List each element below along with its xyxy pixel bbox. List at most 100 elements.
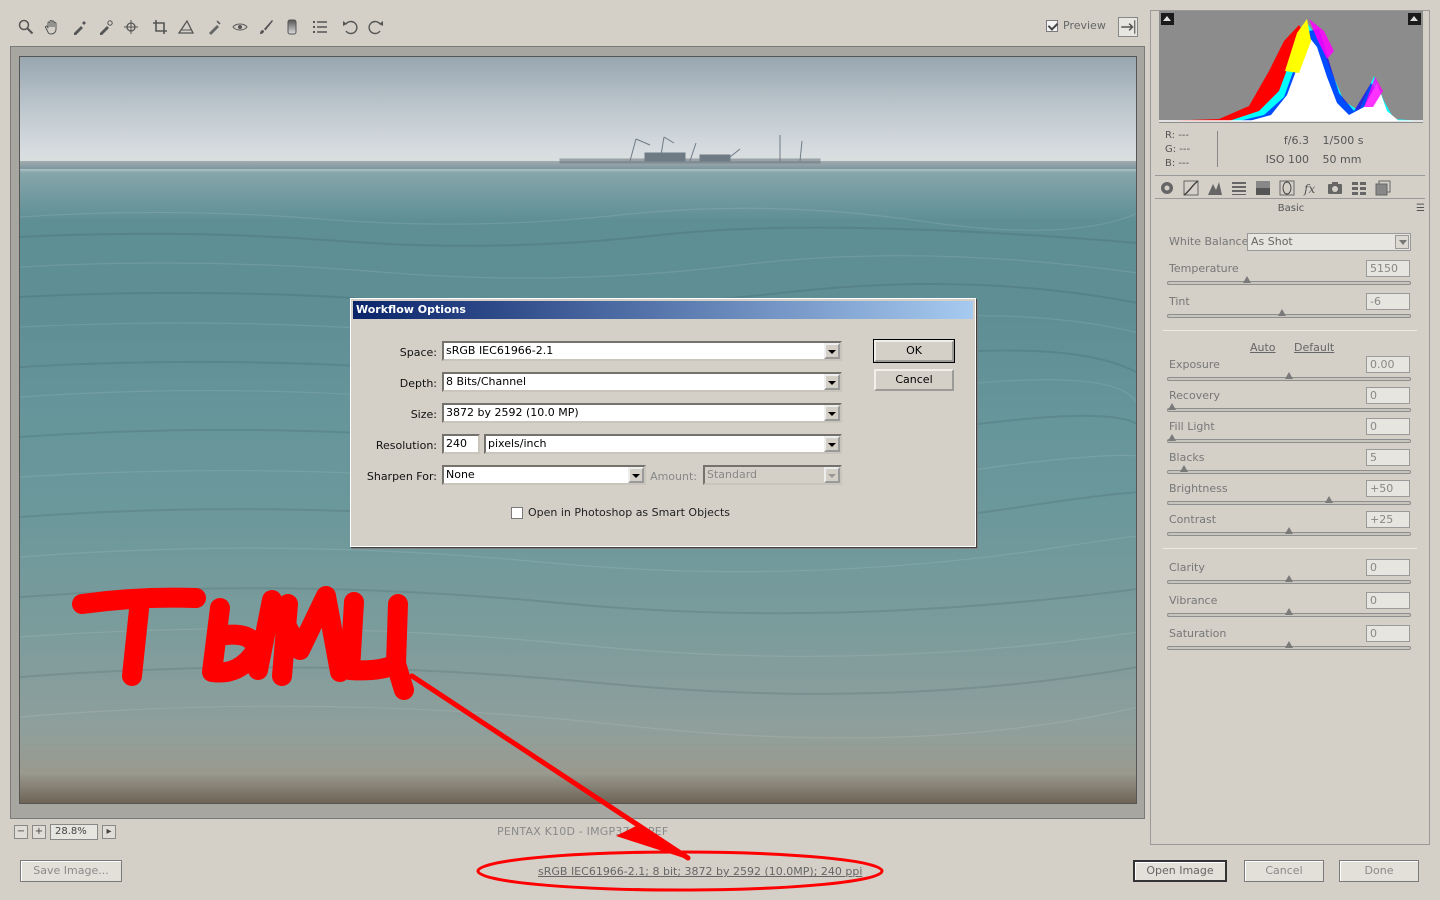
vibrance-field[interactable]: 0 <box>1366 592 1410 609</box>
exposure-slider-thumb[interactable] <box>1285 372 1293 379</box>
hand-icon[interactable] <box>42 16 62 38</box>
tint-slider-thumb[interactable] <box>1277 309 1286 316</box>
size-select[interactable]: 3872 by 2592 (10.0 MP) <box>442 403 842 423</box>
temperature-field[interactable]: 5150 <box>1366 260 1410 277</box>
readout-r: R: --- <box>1165 130 1190 141</box>
amount-select[interactable]: Standard <box>703 465 842 485</box>
blacks-slider-thumb[interactable] <box>1179 465 1188 472</box>
effects-tab-icon[interactable]: fx <box>1301 179 1321 197</box>
snapshots-tab-icon[interactable] <box>1373 179 1393 197</box>
recovery-label: Recovery <box>1169 389 1221 402</box>
preview-label: Preview <box>1063 19 1106 32</box>
camera-calibration-tab-icon[interactable] <box>1325 179 1345 197</box>
fill-light-slider-thumb[interactable] <box>1168 434 1176 441</box>
clarity-field[interactable]: 0 <box>1366 559 1410 576</box>
cancel-button[interactable]: Cancel <box>1244 860 1324 882</box>
tint-field[interactable]: -6 <box>1366 293 1410 310</box>
tint-slider[interactable] <box>1167 309 1411 318</box>
retouch-icon[interactable] <box>204 16 224 38</box>
recovery-field[interactable]: 0 <box>1366 387 1410 404</box>
temperature-slider[interactable] <box>1167 276 1411 285</box>
zoom-icon[interactable] <box>16 16 36 38</box>
fill-light-field[interactable]: 0 <box>1366 418 1410 435</box>
fill-light-slider[interactable] <box>1167 434 1411 443</box>
zoom-menu-button[interactable]: ▸ <box>102 825 116 839</box>
saturation-slider-thumb[interactable] <box>1285 641 1293 648</box>
tone-curve-tab-icon[interactable] <box>1181 179 1201 197</box>
basic-tab-icon[interactable] <box>1157 179 1177 197</box>
target-adjust-icon[interactable] <box>122 16 142 38</box>
exposure-slider[interactable] <box>1167 372 1411 381</box>
contrast-slider[interactable] <box>1167 527 1411 536</box>
blacks-slider[interactable] <box>1167 465 1411 474</box>
workflow-options-link[interactable]: sRGB IEC61966-2.1; 8 bit; 3872 by 2592 (… <box>538 865 862 878</box>
vibrance-slider[interactable] <box>1167 608 1411 617</box>
white-balance-icon[interactable] <box>70 16 90 38</box>
graduated-filter-icon[interactable] <box>282 16 302 38</box>
clarity-slider[interactable] <box>1167 575 1411 584</box>
contrast-field[interactable]: +25 <box>1366 511 1410 528</box>
presets-tab-icon[interactable] <box>1349 179 1369 197</box>
zoom-level-field[interactable]: 28.8% <box>50 824 98 840</box>
exposure-field[interactable]: 0.00 <box>1366 356 1410 373</box>
blacks-label: Blacks <box>1169 451 1205 464</box>
brightness-field[interactable]: +50 <box>1366 480 1410 497</box>
split-toning-tab-icon[interactable] <box>1253 179 1273 197</box>
smart-objects-checkbox[interactable] <box>511 506 523 519</box>
crop-icon[interactable] <box>150 16 170 38</box>
tint-label: Tint <box>1169 295 1190 308</box>
chevron-down-icon <box>824 343 840 359</box>
space-select[interactable]: sRGB IEC61966-2.1 <box>442 341 842 361</box>
panel-menu-icon[interactable]: ☰ <box>1416 203 1425 214</box>
recovery-slider[interactable] <box>1167 403 1411 412</box>
saturation-slider[interactable] <box>1167 641 1411 650</box>
zoom-in-button[interactable]: + <box>32 825 46 839</box>
chevron-down-icon <box>1395 235 1409 249</box>
vibrance-label: Vibrance <box>1169 594 1218 607</box>
clarity-slider-thumb[interactable] <box>1285 575 1293 582</box>
exif-info: f/6.3 1/500 s ISO 100 50 mm <box>1241 131 1364 169</box>
fullscreen-button[interactable] <box>1118 17 1138 37</box>
color-sampler-icon[interactable] <box>96 16 116 38</box>
workflow-options-dialog: Workflow Options Space: sRGB IEC61966-2.… <box>350 298 976 547</box>
panel-title: Basic <box>1277 203 1305 214</box>
open-image-button[interactable]: Open Image <box>1133 860 1227 882</box>
rotate-left-icon[interactable] <box>340 16 360 38</box>
preview-checkbox[interactable] <box>1046 19 1058 32</box>
depth-select[interactable]: 8 Bits/Channel <box>442 372 842 392</box>
white-balance-select[interactable]: As Shot <box>1247 233 1411 251</box>
hsl-tab-icon[interactable] <box>1229 179 1249 197</box>
default-button[interactable]: Default <box>1294 341 1334 354</box>
save-image-button[interactable]: Save Image... <box>20 860 122 882</box>
preview-toggle[interactable]: Preview <box>1046 19 1106 32</box>
chevron-down-icon <box>824 436 840 452</box>
resolution-input[interactable]: 240 <box>442 434 480 454</box>
temperature-slider-thumb[interactable] <box>1242 276 1251 283</box>
readout-g: G: --- <box>1165 144 1191 155</box>
vibrance-slider-thumb[interactable] <box>1285 608 1293 615</box>
dialog-cancel-button[interactable]: Cancel <box>874 369 954 391</box>
straighten-icon[interactable] <box>176 16 196 38</box>
recovery-slider-thumb[interactable] <box>1168 403 1176 410</box>
chevron-down-icon <box>824 374 840 390</box>
resolution-unit-select[interactable]: pixels/inch <box>484 434 842 454</box>
brightness-slider-thumb[interactable] <box>1324 496 1333 503</box>
sharpen-for-select[interactable]: None <box>442 465 646 485</box>
lens-corrections-tab-icon[interactable] <box>1277 179 1297 197</box>
zoom-out-button[interactable]: − <box>14 825 28 839</box>
exposure-label: Exposure <box>1169 358 1220 371</box>
smart-objects-option[interactable]: Open in Photoshop as Smart Objects <box>511 506 730 519</box>
brightness-slider[interactable] <box>1167 496 1411 505</box>
detail-tab-icon[interactable] <box>1205 179 1225 197</box>
saturation-field[interactable]: 0 <box>1366 625 1410 642</box>
temperature-label: Temperature <box>1169 262 1239 275</box>
contrast-slider-thumb[interactable] <box>1285 527 1293 534</box>
preferences-icon[interactable] <box>310 16 330 38</box>
blacks-field[interactable]: 5 <box>1366 449 1410 466</box>
red-eye-icon[interactable] <box>230 16 250 38</box>
done-button[interactable]: Done <box>1339 860 1419 882</box>
rotate-right-icon[interactable] <box>366 16 386 38</box>
adjustment-brush-icon[interactable] <box>256 16 276 38</box>
ok-button[interactable]: OK <box>873 339 955 363</box>
auto-button[interactable]: Auto <box>1250 341 1276 354</box>
